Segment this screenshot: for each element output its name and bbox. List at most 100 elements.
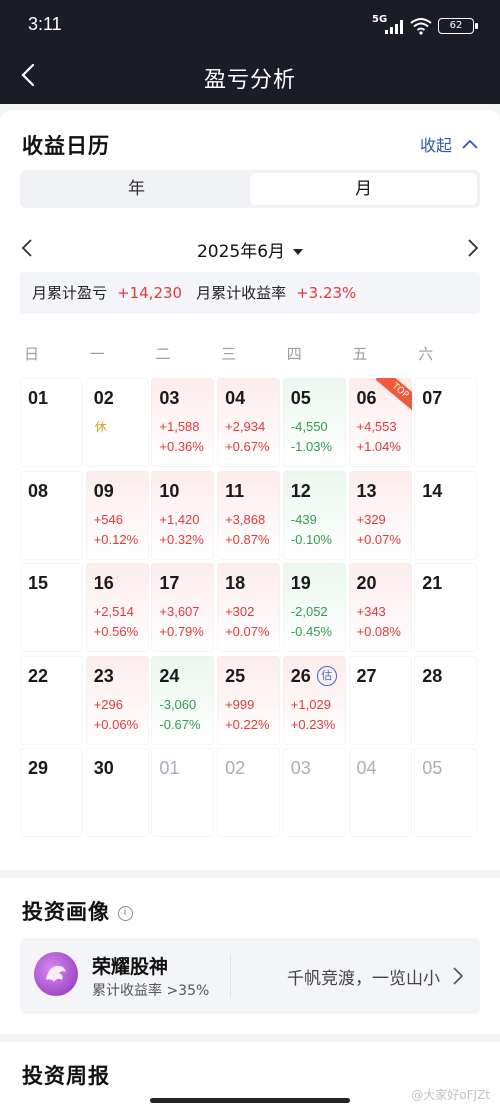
day-return-rate: +0.23% (290, 716, 336, 732)
day-pnl: +329 (356, 511, 386, 527)
weekday-fri: 五 (352, 345, 368, 363)
caret-down-icon (293, 249, 304, 255)
month-navigator: 2025年6月 (0, 234, 500, 262)
dragon-icon (46, 965, 66, 982)
day-number: 11 (225, 480, 245, 501)
day-number: 12 (290, 480, 311, 501)
calendar-day-cell[interactable]: 17 +3,607 +0.79% (151, 563, 215, 652)
estimate-badge: 估 (316, 665, 337, 686)
calendar-day-cell[interactable]: 02 (217, 748, 281, 837)
calendar-day-cell[interactable]: 21 (414, 563, 478, 652)
day-number: 13 (356, 480, 377, 501)
weekly-title: 投资周报 (22, 1064, 110, 1088)
month-summary: 月累计盈亏 +14,230 月累计收益率 +3.23% (20, 272, 480, 314)
calendar-day-cell[interactable]: 11 +3,868 +0.87% (217, 470, 281, 560)
day-pnl: +3,868 (225, 511, 266, 527)
calendar-day-cell[interactable]: 12 -439 -0.10% (282, 470, 346, 560)
calendar-day-cell[interactable]: 05 (414, 748, 478, 837)
day-pnl: +3,607 (159, 604, 200, 619)
calendar-day-cell[interactable]: 06 +4,553 +1.04% TOP (348, 378, 412, 467)
calendar-day-cell[interactable]: 07 (414, 378, 478, 467)
day-number: 16 (93, 573, 114, 593)
day-return-rate: -0.67% (159, 716, 201, 732)
day-return-rate: -1.03% (290, 439, 332, 454)
calendar-day-cell[interactable]: 04 +2,934 +0.67% (217, 378, 281, 467)
info-icon[interactable]: i (118, 905, 133, 921)
calendar-day-cell[interactable]: 01 (151, 748, 215, 837)
tab-month[interactable]: 月 (250, 173, 477, 205)
day-pnl: +546 (93, 511, 123, 527)
calendar-day-cell[interactable]: 13 +329 +0.07% (348, 470, 412, 560)
signal-icon (385, 20, 403, 34)
calendar-day-cell[interactable]: 26 +1,029 +0.23% 估 (282, 655, 346, 745)
day-pnl: -439 (290, 511, 317, 527)
day-number: 21 (422, 573, 443, 593)
calendar-day-cell[interactable]: 04 (348, 748, 412, 837)
calendar-day-cell[interactable]: 20 +343 +0.08% (348, 563, 412, 652)
calendar-day-cell[interactable]: 02 休 (85, 378, 149, 467)
day-number: 17 (159, 573, 180, 593)
day-pnl: +296 (93, 696, 123, 712)
calendar-day-cell[interactable]: 18 +302 +0.07% (217, 563, 281, 652)
month-rate-value: +3.23% (296, 284, 357, 302)
day-pnl: +999 (225, 696, 255, 712)
day-pnl: +2,934 (225, 419, 266, 434)
chevron-right-icon (453, 967, 464, 985)
day-number: 19 (290, 573, 311, 593)
day-number: 04 (225, 388, 246, 408)
wifi-icon (410, 18, 432, 35)
calendar-day-cell[interactable]: 25 +999 +0.22% (217, 655, 281, 745)
calendar-day-cell[interactable]: 16 +2,514 +0.56% (85, 563, 149, 652)
calendar-day-cell[interactable]: 09 +546 +0.12% (85, 470, 149, 560)
day-number: 01 (159, 758, 180, 778)
day-number: 03 (159, 388, 180, 408)
calendar-day-cell[interactable]: 03 +1,588 +0.36% (151, 378, 215, 467)
calendar-day-cell[interactable]: 22 (20, 655, 83, 745)
calendar-day-cell[interactable]: 03 (282, 748, 346, 837)
calendar-day-cell[interactable]: 28 (414, 655, 478, 745)
day-pnl: +302 (225, 604, 255, 619)
calendar-day-cell[interactable]: 08 (20, 470, 83, 560)
day-number: 24 (159, 665, 180, 686)
month-label: 2025年6月 (196, 242, 286, 262)
calendar-day-cell[interactable]: 23 +296 +0.06% (85, 655, 149, 745)
day-number: 09 (93, 480, 114, 501)
day-return-rate: +0.06% (93, 716, 139, 732)
portrait-desc: 累计收益率 >35% (92, 983, 210, 999)
weekday-sat: 六 (418, 345, 434, 363)
day-return-rate: +0.56% (93, 624, 139, 639)
day-number: 26 (290, 665, 311, 686)
avatar (34, 952, 78, 996)
portrait-row[interactable]: 荣耀股神 累计收益率 >35% 千帆竞渡，一览山小 (20, 938, 480, 1014)
day-number: 28 (422, 665, 443, 686)
chevron-up-icon (462, 139, 478, 149)
day-number: 02 (93, 388, 114, 408)
calendar-day-cell[interactable]: 10 +1,420 +0.32% (151, 470, 215, 560)
calendar-day-cell[interactable]: 01 (20, 378, 83, 467)
day-return-rate: +0.12% (93, 531, 139, 547)
chevron-right-icon[interactable] (462, 236, 482, 260)
calendar-day-cell[interactable]: 15 (20, 563, 83, 652)
collapse-button[interactable]: 收起 (420, 132, 478, 156)
month-pnl-label: 月累计盈亏 (32, 284, 108, 302)
calendar-day-cell[interactable]: 29 (20, 748, 83, 837)
page-title: 盈亏分析 (203, 68, 296, 93)
day-pnl: +1,588 (159, 419, 200, 434)
day-number: 25 (225, 665, 246, 686)
calendar-day-cell[interactable]: 19 -2,052 -0.45% (282, 563, 346, 652)
calendar-day-cell[interactable]: 27 (348, 655, 412, 745)
day-return-rate: +1.04% (356, 439, 401, 454)
tab-year[interactable]: 年 (23, 173, 250, 205)
calendar-day-cell[interactable]: 05 -4,550 -1.03% (282, 378, 346, 467)
nav-bar: 盈亏分析 (0, 50, 500, 104)
day-number: 29 (28, 758, 49, 778)
calendar-day-cell[interactable]: 14 (414, 470, 478, 560)
calendar-day-cell[interactable]: 30 (85, 748, 149, 837)
calendar-day-cell[interactable]: 24 -3,060 -0.67% (151, 655, 215, 745)
home-indicator (150, 1098, 350, 1103)
month-selector[interactable]: 2025年6月 (0, 237, 500, 262)
weekday-mon: 一 (89, 345, 105, 363)
day-number: 03 (290, 758, 311, 778)
weekday-sun: 日 (24, 345, 40, 363)
day-number: 30 (93, 758, 114, 778)
